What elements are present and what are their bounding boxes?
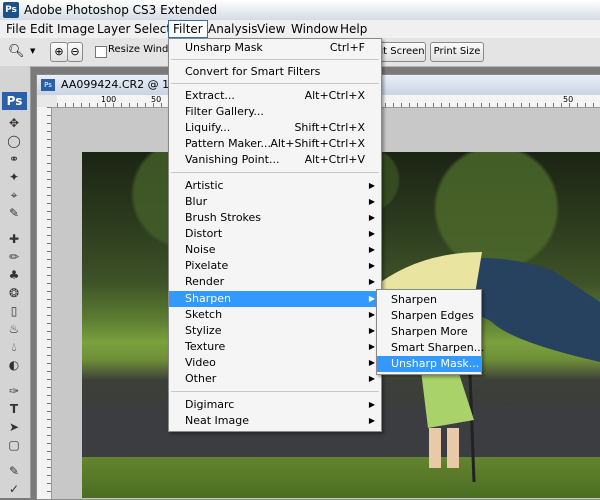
submenu-arrow-icon: ▶ bbox=[368, 326, 375, 335]
menu-separator bbox=[171, 59, 379, 60]
submenu-arrow-icon: ▶ bbox=[368, 197, 375, 206]
menu-item-extract[interactable]: Extract... Alt+Ctrl+X bbox=[169, 88, 381, 104]
sharpen-submenu: Sharpen Sharpen Edges Sharpen More Smart… bbox=[376, 289, 484, 375]
tool-palette: Ps ✥ ◯ ⚭ ✦ ⌖ ✎ ✚ ✏ ♣ ❂ ▯ ♨ 💧︎ ◐ ✑ T ➤ ▢ … bbox=[0, 66, 31, 498]
blur-tool-icon[interactable]: 💧︎ bbox=[6, 340, 22, 354]
menu-separator bbox=[171, 391, 379, 392]
submenu-arrow-icon: ▶ bbox=[368, 342, 375, 351]
menu-item-liquify[interactable]: Liquify... Shift+Ctrl+X bbox=[169, 120, 381, 136]
ps-badge: Ps bbox=[2, 92, 27, 110]
crop-tool-icon[interactable]: ⌖ bbox=[6, 188, 22, 202]
dodge-tool-icon[interactable]: ◐ bbox=[6, 358, 22, 372]
pen-tool-icon[interactable]: ✑ bbox=[6, 384, 22, 398]
zoom-tool-icon[interactable]: 🔍︎ bbox=[8, 44, 25, 59]
menu-item-neat-image[interactable]: Neat Image ▶ bbox=[169, 413, 381, 429]
menu-item-sharpen-basic[interactable]: Sharpen bbox=[377, 292, 481, 308]
menu-image[interactable]: Image bbox=[53, 21, 99, 37]
submenu-arrow-icon: ▶ bbox=[368, 277, 375, 286]
menu-item-video[interactable]: Video ▶ bbox=[169, 355, 381, 371]
submenu-arrow-icon: ▶ bbox=[368, 294, 375, 303]
submenu-arrow-icon: ▶ bbox=[368, 229, 375, 238]
menu-help[interactable]: Help bbox=[336, 21, 371, 37]
filter-menu: Unsharp Mask Ctrl+F Convert for Smart Fi… bbox=[168, 38, 382, 432]
submenu-arrow-icon: ▶ bbox=[368, 374, 375, 383]
menu-item-unsharp-mask[interactable]: Unsharp Mask... bbox=[377, 356, 481, 372]
brush-tool-icon[interactable]: ✏ bbox=[6, 250, 22, 264]
type-tool-icon[interactable]: T bbox=[6, 402, 22, 416]
menu-item-convert-smart-filters[interactable]: Convert for Smart Filters bbox=[169, 64, 381, 80]
menu-separator bbox=[171, 83, 379, 84]
history-brush-tool-icon[interactable]: ❂ bbox=[6, 286, 22, 300]
photoshop-app-icon: Ps bbox=[3, 2, 19, 18]
submenu-arrow-icon: ▶ bbox=[368, 181, 375, 190]
menu-item-pattern-maker[interactable]: Pattern Maker... Alt+Shift+Ctrl+X bbox=[169, 136, 381, 152]
path-selection-tool-icon[interactable]: ➤ bbox=[6, 420, 22, 434]
vertical-ruler[interactable] bbox=[37, 107, 52, 499]
submenu-arrow-icon: ▶ bbox=[368, 213, 375, 222]
marquee-tool-icon[interactable]: ◯ bbox=[6, 134, 22, 148]
menu-filter[interactable]: Filter bbox=[168, 20, 208, 38]
zoom-in-button[interactable]: ⊕ bbox=[50, 42, 68, 62]
menu-item-texture[interactable]: Texture ▶ bbox=[169, 339, 381, 355]
menu-item-brush-strokes[interactable]: Brush Strokes ▶ bbox=[169, 210, 381, 226]
child-leg bbox=[447, 428, 459, 468]
ruler-label: 100 bbox=[101, 95, 117, 104]
submenu-arrow-icon: ▶ bbox=[368, 245, 375, 254]
menu-window[interactable]: Window bbox=[287, 21, 342, 37]
eraser-tool-icon[interactable]: ▯ bbox=[6, 304, 22, 318]
shape-tool-icon[interactable]: ▢ bbox=[6, 438, 22, 452]
submenu-arrow-icon: ▶ bbox=[368, 261, 375, 270]
menu-item-distort[interactable]: Distort ▶ bbox=[169, 226, 381, 242]
window-title: Adobe Photoshop CS3 Extended bbox=[24, 3, 218, 17]
child-leg bbox=[429, 428, 441, 468]
menu-layer[interactable]: Layer bbox=[93, 21, 134, 37]
menu-item-sharpen-edges[interactable]: Sharpen Edges bbox=[377, 308, 481, 324]
clone-stamp-tool-icon[interactable]: ♣ bbox=[6, 268, 22, 282]
healing-brush-tool-icon[interactable]: ✚ bbox=[6, 232, 22, 246]
notes-tool-icon[interactable]: ✎ bbox=[6, 464, 22, 478]
document-file-icon: Ps bbox=[41, 79, 55, 91]
menu-item-pixelate[interactable]: Pixelate ▶ bbox=[169, 258, 381, 274]
menu-item-digimarc[interactable]: Digimarc ▶ bbox=[169, 397, 381, 413]
print-size-button[interactable]: Print Size bbox=[430, 42, 484, 62]
submenu-arrow-icon: ▶ bbox=[368, 400, 375, 409]
menu-bar: File Edit Image Layer Select Filter Anal… bbox=[0, 20, 600, 39]
menu-separator bbox=[171, 172, 379, 173]
menu-item-noise[interactable]: Noise ▶ bbox=[169, 242, 381, 258]
menu-item-other[interactable]: Other ▶ bbox=[169, 371, 381, 387]
lasso-tool-icon[interactable]: ⚭ bbox=[6, 152, 22, 166]
submenu-arrow-icon: ▶ bbox=[368, 416, 375, 425]
menu-item-stylize[interactable]: Stylize ▶ bbox=[169, 323, 381, 339]
menu-item-artistic[interactable]: Artistic ▶ bbox=[169, 178, 381, 194]
submenu-arrow-icon: ▶ bbox=[368, 358, 375, 367]
menu-item-last-filter[interactable]: Unsharp Mask Ctrl+F bbox=[169, 40, 381, 56]
menu-item-blur[interactable]: Blur ▶ bbox=[169, 194, 381, 210]
title-bar: Ps Adobe Photoshop CS3 Extended bbox=[0, 0, 600, 21]
submenu-arrow-icon: ▶ bbox=[368, 310, 375, 319]
paint-bucket-tool-icon[interactable]: ♨ bbox=[6, 322, 22, 336]
slice-tool-icon[interactable]: ✎ bbox=[6, 206, 22, 220]
chevron-down-icon[interactable]: ▼ bbox=[30, 47, 35, 55]
menu-item-render[interactable]: Render ▶ bbox=[169, 274, 381, 290]
ruler-label: 50 bbox=[151, 95, 162, 104]
eyedropper-tool-icon[interactable]: ✓ bbox=[6, 482, 22, 496]
menu-item-smart-sharpen[interactable]: Smart Sharpen... bbox=[377, 340, 484, 356]
magic-wand-tool-icon[interactable]: ✦ bbox=[6, 170, 22, 184]
menu-item-sketch[interactable]: Sketch ▶ bbox=[169, 307, 381, 323]
menu-item-filter-gallery[interactable]: Filter Gallery... bbox=[169, 104, 381, 120]
menu-item-sharpen-more[interactable]: Sharpen More bbox=[377, 324, 481, 340]
move-tool-icon[interactable]: ✥ bbox=[6, 116, 22, 130]
menu-view[interactable]: View bbox=[253, 21, 289, 37]
menu-item-vanishing-point[interactable]: Vanishing Point... Alt+Ctrl+V bbox=[169, 152, 381, 168]
zoom-out-button[interactable]: ⊖ bbox=[67, 42, 83, 62]
menu-item-sharpen[interactable]: Sharpen ▶ bbox=[169, 291, 381, 307]
resize-windows-checkbox[interactable] bbox=[95, 46, 107, 58]
ruler-label: 50 bbox=[563, 95, 574, 104]
